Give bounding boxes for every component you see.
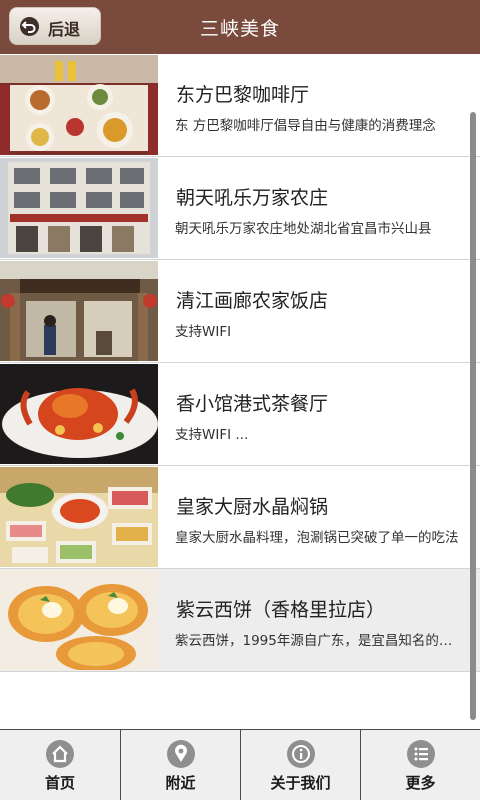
- hotpot-table-photo: [0, 467, 158, 567]
- restaurant-name: 皇家大厨水晶焖锅: [176, 496, 329, 518]
- tab-nearby[interactable]: 附近: [121, 730, 241, 800]
- tab-label: 关于我们: [270, 774, 331, 792]
- restaurant-name: 紫云西饼（香格里拉店）: [176, 599, 386, 621]
- egg-tart-photo: [0, 570, 158, 670]
- tab-about-us[interactable]: 关于我们: [241, 730, 361, 800]
- restaurant-description: 东 方巴黎咖啡厅倡导自由与健康的消费理念: [175, 118, 436, 134]
- building-facade-photo: [0, 158, 158, 258]
- restaurant-name: 香小馆港式茶餐厅: [176, 393, 329, 415]
- restaurant-description: 紫云西饼，1995年源自广东，是宜昌知名的西饼品牌: [175, 633, 460, 649]
- restaurant-description: 朝天吼乐万家农庄地处湖北省宜昌市兴山县: [175, 221, 432, 237]
- restaurant-name: 清江画廊农家饭店: [176, 290, 329, 312]
- restaurant-item[interactable]: 皇家大厨水晶焖锅 皇家大厨水晶料理，泡涮锅已突破了单一的吃法: [0, 466, 480, 569]
- restaurant-description: 皇家大厨水晶料理，泡涮锅已突破了单一的吃法: [175, 530, 459, 546]
- tab-label: 附近: [165, 774, 196, 792]
- tab-label: 首页: [44, 774, 75, 792]
- crab-dish-photo: [0, 364, 158, 464]
- restaurant-item[interactable]: 朝天吼乐万家农庄 朝天吼乐万家农庄地处湖北省宜昌市兴山县: [0, 157, 480, 260]
- food-spread-photo: [0, 55, 158, 155]
- restaurant-entrance-photo: [0, 261, 158, 361]
- home-icon: [46, 740, 74, 768]
- app-header: 后退 三峡美食: [0, 0, 480, 54]
- list-icon: [406, 740, 435, 768]
- location-pin-icon: [166, 740, 195, 768]
- restaurant-item[interactable]: 香小馆港式茶餐厅 支持WIFI ...: [0, 363, 480, 466]
- scrollbar[interactable]: [470, 112, 476, 720]
- bottom-tab-bar: 首页 附近 关于我们 更多: [0, 729, 480, 800]
- info-icon: [286, 740, 315, 768]
- tab-label: 更多: [405, 774, 436, 792]
- restaurant-name: 朝天吼乐万家农庄: [176, 187, 329, 209]
- page-title: 三峡美食: [199, 18, 280, 40]
- restaurant-name: 东方巴黎咖啡厅: [176, 84, 310, 106]
- tab-more[interactable]: 更多: [361, 730, 480, 800]
- tab-home[interactable]: 首页: [0, 730, 121, 800]
- restaurant-item[interactable]: 清江画廊农家饭店 支持WIFI: [0, 260, 480, 363]
- restaurant-description: 支持WIFI ...: [175, 427, 249, 443]
- restaurant-item[interactable]: 紫云西饼（香格里拉店） 紫云西饼，1995年源自广东，是宜昌知名的西饼品牌: [0, 569, 480, 672]
- restaurant-item[interactable]: 东方巴黎咖啡厅 东 方巴黎咖啡厅倡导自由与健康的消费理念: [0, 54, 480, 157]
- restaurant-description: 支持WIFI: [175, 324, 232, 340]
